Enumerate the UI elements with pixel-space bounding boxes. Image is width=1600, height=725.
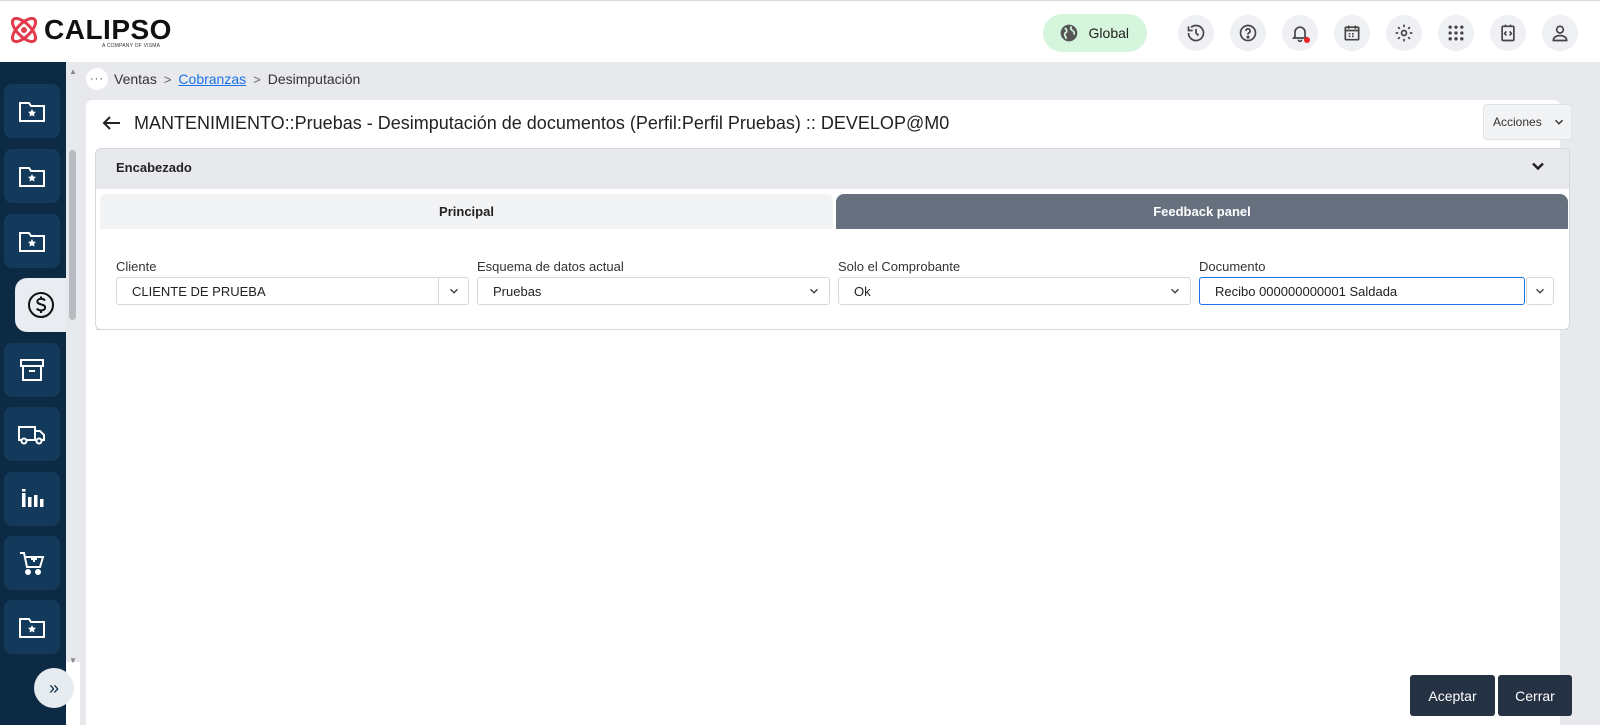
- sidebar-expand-button[interactable]: »: [34, 668, 74, 708]
- section-divider: [96, 329, 1569, 330]
- global-button[interactable]: Global: [1042, 14, 1147, 52]
- breadcrumb-item-ventas: Ventas: [114, 71, 157, 87]
- chevron-down-icon: [1535, 288, 1545, 294]
- chevron-down-icon: [449, 288, 458, 294]
- esquema-label: Esquema de datos actual: [477, 259, 624, 274]
- breadcrumb-more-button[interactable]: ···: [86, 68, 108, 90]
- apps-button[interactable]: [1438, 15, 1474, 51]
- documento-input[interactable]: Recibo 000000000001 Saldada: [1199, 277, 1525, 305]
- actions-dropdown[interactable]: Acciones: [1483, 104, 1572, 140]
- history-icon: [1187, 24, 1205, 42]
- scroll-up-arrow[interactable]: ▲: [69, 67, 77, 76]
- actions-label: Acciones: [1493, 115, 1542, 129]
- cliente-value: CLIENTE DE PRUEBA: [132, 283, 266, 299]
- documento-label: Documento: [1199, 259, 1266, 274]
- calendar-button[interactable]: [1334, 15, 1370, 51]
- esquema-value: Pruebas: [493, 283, 542, 299]
- sidebar-item-ventas[interactable]: [15, 278, 66, 332]
- cliente-label: Cliente: [116, 259, 157, 274]
- top-bar: CALIPSO A COMPANY OF VISMA Global: [0, 0, 1600, 62]
- chevron-down-icon: [1554, 119, 1563, 125]
- esquema-dropdown-toggle[interactable]: [799, 278, 829, 304]
- notifications-button[interactable]: [1282, 15, 1318, 51]
- gear-icon: [1395, 24, 1413, 42]
- notification-dot: [1304, 37, 1310, 43]
- archive-icon: [20, 359, 44, 381]
- close-button[interactable]: Cerrar: [1498, 675, 1572, 716]
- truck-icon: [18, 426, 45, 445]
- sidebar-item-favorites-2[interactable]: [4, 149, 60, 203]
- back-arrow-icon[interactable]: [100, 111, 124, 135]
- help-icon: [1239, 24, 1257, 42]
- chevron-down-icon: [1170, 288, 1180, 294]
- user-icon: [1552, 25, 1568, 42]
- user-button[interactable]: [1542, 15, 1578, 51]
- global-label: Global: [1088, 25, 1129, 41]
- section-header-bar[interactable]: [96, 149, 1569, 189]
- logo-subtext: A COMPANY OF VISMA: [102, 43, 161, 49]
- folder-star-icon: [19, 232, 45, 252]
- globe-icon: [1060, 24, 1077, 42]
- accept-button[interactable]: Aceptar: [1410, 675, 1495, 716]
- developer-button[interactable]: [1490, 15, 1526, 51]
- dollar-circle-icon: [27, 292, 54, 318]
- breadcrumb-separator: >: [163, 71, 172, 87]
- sidebar-item-favorites-1[interactable]: [4, 84, 60, 138]
- chevron-down-icon: [809, 288, 819, 294]
- sidebar-item-favorites-4[interactable]: [4, 600, 60, 654]
- help-button[interactable]: [1230, 15, 1266, 51]
- sidebar-scroll-thumb[interactable]: [69, 150, 76, 320]
- sidebar-item-purchases[interactable]: [4, 536, 60, 590]
- folder-star-icon: [19, 167, 45, 187]
- calipso-logo[interactable]: CALIPSO A COMPANY OF VISMA: [7, 13, 172, 53]
- sidebar-item-favorites-3[interactable]: [4, 214, 60, 268]
- calendar-icon: [1344, 25, 1360, 41]
- collapse-chevron-icon[interactable]: [1528, 156, 1548, 176]
- settings-button[interactable]: [1386, 15, 1422, 51]
- section-title: Encabezado: [116, 160, 192, 175]
- bar-chart-icon: [22, 489, 44, 507]
- breadcrumb-item-cobranzas[interactable]: Cobranzas: [178, 71, 246, 87]
- breadcrumb: ··· Ventas > Cobranzas > Desimputación: [86, 68, 360, 90]
- sidebar: [0, 62, 66, 725]
- breadcrumb-separator: >: [253, 71, 261, 87]
- page-title: MANTENIMIENTO::Pruebas - Desimputación d…: [134, 112, 950, 133]
- top-actions: Global: [1042, 13, 1578, 53]
- logo-text: CALIPSO: [44, 14, 172, 45]
- documento-dropdown-toggle[interactable]: [1526, 277, 1554, 305]
- cart-icon: [20, 552, 45, 575]
- logo-atom-icon: [10, 16, 38, 44]
- documento-value: Recibo 000000000001 Saldada: [1215, 283, 1398, 299]
- esquema-select[interactable]: Pruebas: [477, 277, 830, 305]
- solo-comprobante-value: Ok: [854, 283, 871, 299]
- tab-principal[interactable]: Principal: [100, 194, 833, 229]
- folder-star-icon: [19, 102, 45, 122]
- scroll-down-arrow[interactable]: ▼: [69, 656, 77, 665]
- cliente-dropdown-toggle[interactable]: [438, 278, 468, 304]
- sidebar-item-reports[interactable]: [4, 472, 60, 526]
- solo-comprobante-select[interactable]: Ok: [838, 277, 1191, 305]
- breadcrumb-item-desimputacion: Desimputación: [267, 71, 361, 87]
- folder-star-icon: [19, 618, 45, 638]
- solo-comprobante-dropdown-toggle[interactable]: [1160, 278, 1190, 304]
- sidebar-item-logistics[interactable]: [4, 407, 60, 461]
- cliente-select[interactable]: CLIENTE DE PRUEBA: [116, 277, 469, 305]
- apps-grid-icon: [1448, 25, 1464, 41]
- history-button[interactable]: [1178, 15, 1214, 51]
- solo-comprobante-label: Solo el Comprobante: [838, 259, 961, 274]
- tab-feedback-panel[interactable]: Feedback panel: [836, 194, 1568, 229]
- sidebar-item-archive[interactable]: [4, 343, 60, 397]
- page-header: MANTENIMIENTO::Pruebas - Desimputación d…: [100, 108, 949, 138]
- code-box-icon: [1501, 24, 1515, 42]
